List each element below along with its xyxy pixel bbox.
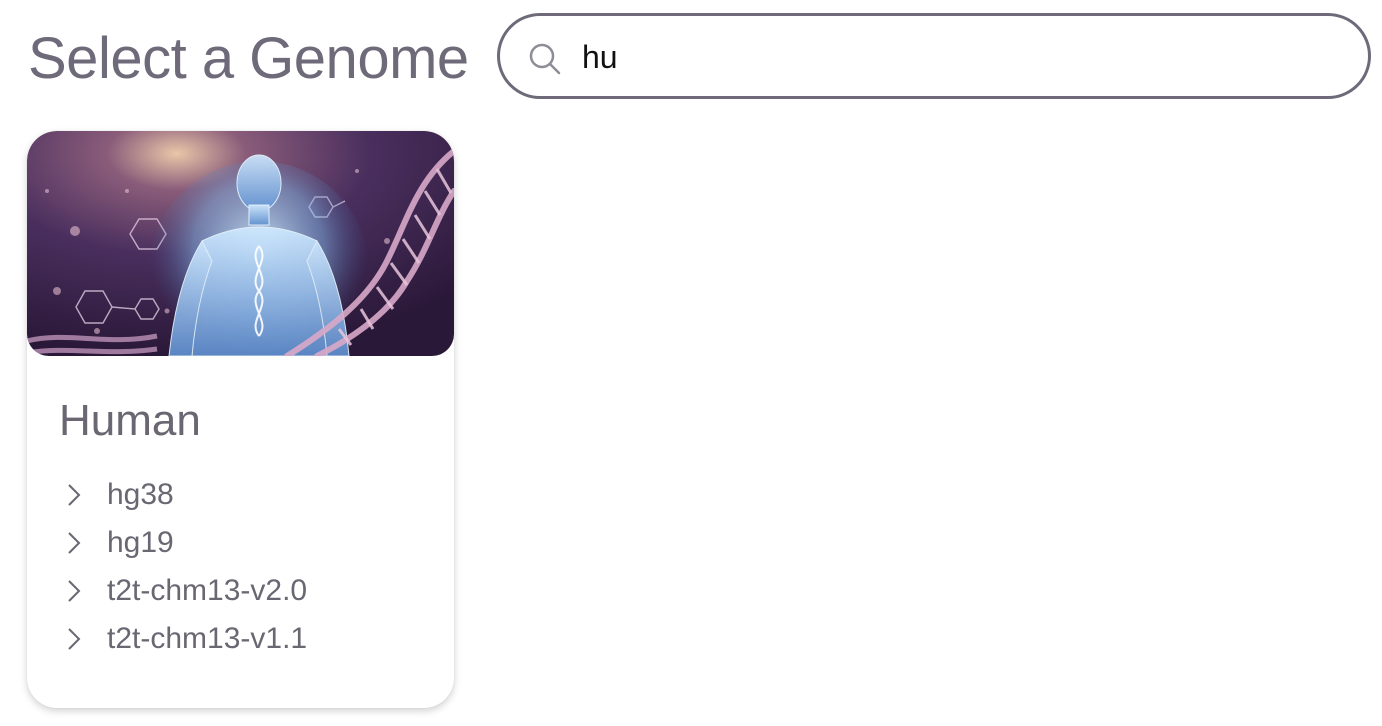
search-icon <box>529 43 561 75</box>
assembly-item-t2t-chm13-v1-1[interactable]: t2t-chm13-v1.1 <box>59 615 307 663</box>
assembly-label: hg19 <box>107 526 174 559</box>
genome-card-title: Human <box>59 396 201 445</box>
genome-search-input[interactable] <box>582 34 1342 80</box>
chevron-right-icon <box>68 484 81 506</box>
chevron-right-icon <box>68 628 81 650</box>
assembly-label: t2t-chm13-v2.0 <box>107 574 308 607</box>
genome-search-box[interactable] <box>497 13 1371 99</box>
genome-card-image <box>27 131 454 356</box>
assembly-label: t2t-chm13-v1.1 <box>107 622 308 655</box>
assembly-list: hg38 hg19 t2t-chm13-v2.0 t2t-chm13-v1.1 <box>59 471 307 663</box>
assembly-item-hg38[interactable]: hg38 <box>59 471 307 519</box>
assembly-item-hg19[interactable]: hg19 <box>59 519 307 567</box>
genome-card-human[interactable]: Human hg38 hg19 t2t-chm13-v2.0 t2t-chm13… <box>27 131 454 708</box>
page-header: Select a Genome <box>0 0 1382 120</box>
assembly-label: hg38 <box>107 478 174 511</box>
chevron-right-icon <box>68 580 81 602</box>
chevron-right-icon <box>68 532 81 554</box>
page-title: Select a Genome <box>28 26 469 91</box>
assembly-item-t2t-chm13-v2-0[interactable]: t2t-chm13-v2.0 <box>59 567 307 615</box>
